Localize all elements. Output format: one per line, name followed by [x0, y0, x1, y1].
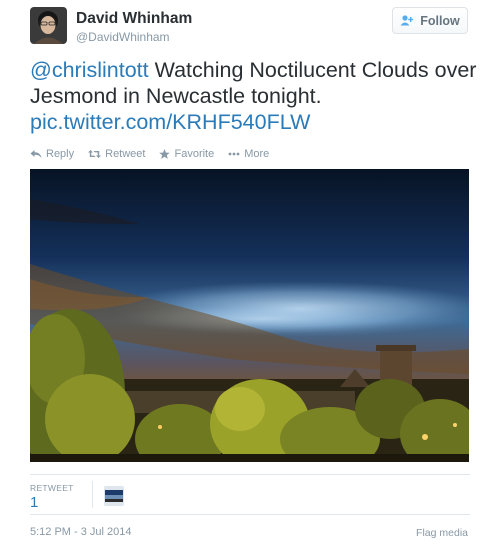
- tweet-actions: Reply Retweet Favorite More: [30, 148, 269, 160]
- retweet-button[interactable]: Retweet: [88, 148, 145, 160]
- more-button[interactable]: More: [228, 148, 269, 160]
- star-icon: [159, 149, 171, 159]
- author-handle[interactable]: @DavidWhinham: [76, 30, 170, 44]
- divider: [30, 474, 470, 475]
- more-dots-icon: [228, 152, 240, 156]
- media-link[interactable]: pic.twitter.com/KRHF540FLW: [30, 110, 310, 134]
- tweet-timestamp[interactable]: 5:12 PM - 3 Jul 2014: [30, 526, 132, 538]
- reply-button[interactable]: Reply: [30, 148, 74, 160]
- reply-label: Reply: [46, 148, 75, 160]
- tweet-text: @chrislintott Watching Noctilucent Cloud…: [30, 57, 480, 135]
- flag-media-link[interactable]: Flag media: [416, 527, 468, 539]
- more-label: More: [244, 148, 270, 160]
- retweet-icon: [88, 150, 102, 158]
- noctilucent-clouds-photo: [30, 169, 469, 462]
- favorite-button[interactable]: Favorite: [159, 148, 214, 160]
- stats-separator: [92, 481, 93, 508]
- follow-label: Follow: [420, 13, 460, 28]
- favorite-label: Favorite: [174, 148, 215, 160]
- add-user-icon: [400, 15, 414, 26]
- retweeter-avatar[interactable]: [104, 486, 124, 506]
- retweet-label: Retweet: [105, 148, 146, 160]
- retweet-stat-label: RETWEET: [30, 483, 74, 493]
- author-name[interactable]: David Whinham: [76, 10, 192, 28]
- avatar-photo: [30, 7, 67, 44]
- mention-link[interactable]: @chrislintott: [30, 58, 149, 82]
- follow-button[interactable]: Follow: [392, 7, 468, 34]
- tweet-photo[interactable]: [30, 169, 469, 462]
- reply-icon: [30, 150, 42, 158]
- divider: [30, 514, 470, 515]
- retweet-count[interactable]: 1: [30, 494, 38, 511]
- retweeter-avatar-image: [104, 486, 124, 506]
- author-avatar[interactable]: [30, 7, 67, 44]
